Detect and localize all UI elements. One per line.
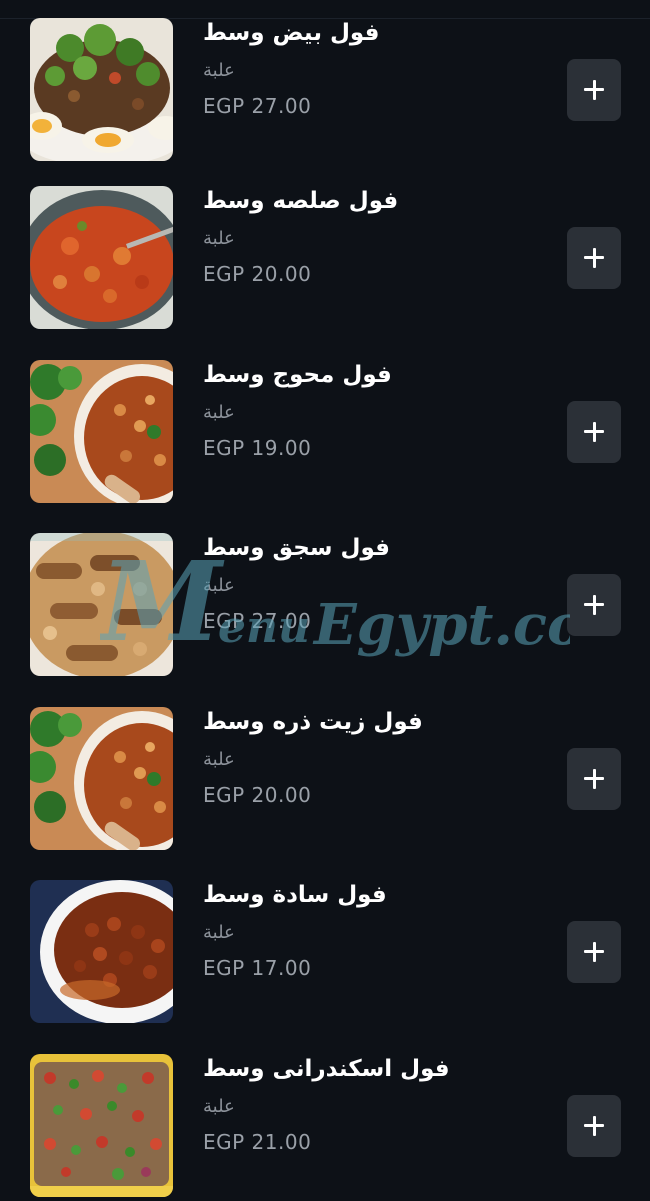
menu-item[interactable]: فول سجق وسط علبة EGP 27.00 xyxy=(0,521,650,695)
menu-item[interactable]: فول محوج وسط علبة EGP 19.00 xyxy=(0,348,650,522)
item-image xyxy=(30,707,173,850)
item-price: EGP 20.00 xyxy=(203,783,312,807)
item-image xyxy=(30,18,173,161)
item-price: EGP 27.00 xyxy=(203,94,312,118)
item-title: فول محوج وسط xyxy=(203,362,392,388)
menu-item[interactable]: فول صلصه وسط علبة EGP 20.00 xyxy=(0,174,650,348)
item-unit: علبة xyxy=(203,922,235,943)
add-to-cart-button[interactable] xyxy=(567,921,621,983)
item-image xyxy=(30,186,173,329)
item-price: EGP 20.00 xyxy=(203,262,312,286)
beans-tomato-sauce-photo xyxy=(30,186,173,329)
item-unit: علبة xyxy=(203,60,235,81)
add-to-cart-button[interactable] xyxy=(567,59,621,121)
item-price: EGP 19.00 xyxy=(203,436,312,460)
beans-sausage-photo xyxy=(30,533,173,676)
item-image xyxy=(30,880,173,1023)
menu-item[interactable]: فول زيت ذره وسط علبة EGP 20.00 xyxy=(0,695,650,869)
item-price: EGP 27.00 xyxy=(203,609,312,633)
alexandrian-beans-photo xyxy=(30,1054,173,1197)
item-title: فول صلصه وسط xyxy=(203,188,399,214)
item-unit: علبة xyxy=(203,749,235,770)
item-image xyxy=(30,360,173,503)
add-to-cart-button[interactable] xyxy=(567,574,621,636)
item-title: فول اسكندرانى وسط xyxy=(203,1056,450,1082)
item-title: فول سجق وسط xyxy=(203,535,390,561)
item-image xyxy=(30,1054,173,1197)
menu-item[interactable]: فول بيض وسط علبة EGP 27.00 xyxy=(0,6,650,180)
menu-item[interactable]: فول اسكندرانى وسط علبة EGP 21.00 xyxy=(0,1042,650,1201)
item-title: فول بيض وسط xyxy=(203,20,380,46)
item-title: فول زيت ذره وسط xyxy=(203,709,423,735)
item-unit: علبة xyxy=(203,575,235,596)
item-unit: علبة xyxy=(203,1096,235,1117)
item-unit: علبة xyxy=(203,402,235,423)
beans-corn-oil-bowl-photo xyxy=(30,707,173,850)
item-price: EGP 17.00 xyxy=(203,956,312,980)
add-to-cart-button[interactable] xyxy=(567,1095,621,1157)
item-price: EGP 21.00 xyxy=(203,1130,312,1154)
beans-with-egg-photo xyxy=(30,18,173,161)
item-image xyxy=(30,533,173,676)
menu-item[interactable]: فول سادة وسط علبة EGP 17.00 xyxy=(0,868,650,1042)
item-unit: علبة xyxy=(203,228,235,249)
add-to-cart-button[interactable] xyxy=(567,748,621,810)
item-title: فول سادة وسط xyxy=(203,882,387,908)
plain-beans-bowl-photo xyxy=(30,880,173,1023)
menu-screen: فول بيض وسط علبة EGP 27.00 فول صلصه وسط … xyxy=(0,0,650,1201)
add-to-cart-button[interactable] xyxy=(567,227,621,289)
add-to-cart-button[interactable] xyxy=(567,401,621,463)
spiced-beans-bowl-photo xyxy=(30,360,173,503)
